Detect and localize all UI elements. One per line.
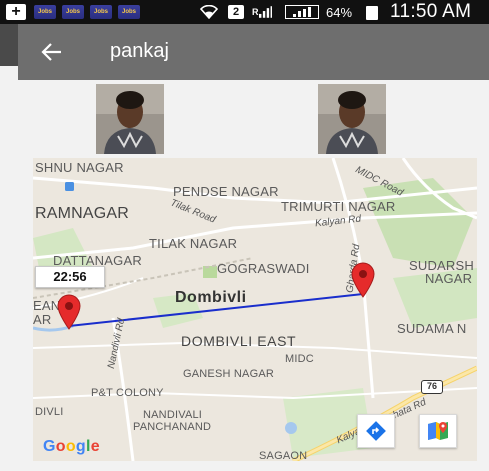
map-place-label: RAMNAGAR [35, 205, 130, 222]
logo-letter: e [90, 438, 100, 455]
map-place-label: GANESH NAGAR [183, 368, 275, 380]
map-pin-icon[interactable] [350, 262, 376, 298]
google-maps-icon [428, 422, 448, 440]
back-button[interactable] [38, 38, 66, 66]
map-place-label: AR [33, 312, 52, 327]
status-bar: + Jobs Jobs Jobs Jobs 2 R 64% 11:50 AM [0, 0, 489, 24]
elapsed-time-label: 22:56 [35, 266, 105, 288]
map-place-label: SAGAON [259, 450, 308, 461]
logo-letter: o [65, 438, 76, 455]
logo-letter: o [55, 438, 66, 455]
signal-icon [284, 5, 320, 19]
plus-icon: + [6, 4, 26, 20]
app-bar: pankaj [18, 24, 489, 80]
map-place-label: PENDSE NAGAR [173, 184, 279, 199]
logo-letter: g [75, 438, 86, 455]
directions-button[interactable] [357, 414, 395, 448]
logo-letter: G [43, 438, 56, 455]
map-place-label: TILAK NAGAR [149, 236, 238, 251]
map-place-label: NAGAR [425, 271, 473, 286]
map-place-label: SHNU NAGAR [35, 160, 124, 175]
avatar[interactable] [318, 84, 386, 154]
map-place-label: P&T COLONY [91, 387, 164, 399]
avatar[interactable] [96, 84, 164, 154]
battery-percent: 64% [326, 4, 353, 20]
map-place-label: GOGRASWADI [217, 261, 310, 276]
map-place-label: DIVLI [35, 406, 64, 418]
map-place-label: TRIMURTI NAGAR [281, 199, 396, 214]
wifi-icon [200, 4, 218, 20]
notification-icon: Jobs [90, 5, 112, 19]
clock: 11:50 AM [390, 1, 472, 22]
arrow-left-icon [41, 43, 61, 61]
map-place-label: Dombivli [175, 289, 247, 306]
left-edge-strip [0, 24, 18, 66]
directions-icon [366, 421, 386, 441]
map-pin-icon[interactable] [56, 294, 82, 330]
map-place-label: MIDC [285, 353, 314, 365]
map-place-label: NANDIVALI [143, 409, 203, 421]
signal-icon: R [252, 5, 272, 19]
notification-icon: Jobs [62, 5, 84, 19]
notification-icon: Jobs [118, 5, 140, 19]
map-base [33, 158, 477, 461]
sim-badge: 2 [228, 5, 244, 19]
google-logo: Google [43, 438, 100, 456]
map-place-label: DOMBIVLI EAST [181, 333, 297, 349]
battery-icon [366, 6, 378, 20]
highway-shield: 76 [421, 380, 443, 394]
page-title: pankaj [110, 40, 169, 62]
notification-icon: Jobs [34, 5, 56, 19]
open-google-maps-button[interactable] [419, 414, 457, 448]
map-place-label: SUDAMA N [397, 321, 467, 336]
map-view[interactable]: SHNU NAGAR PENDSE NAGAR RAMNAGAR TRIMURT… [33, 158, 477, 461]
map-place-label: PANCHANAND [133, 421, 212, 433]
